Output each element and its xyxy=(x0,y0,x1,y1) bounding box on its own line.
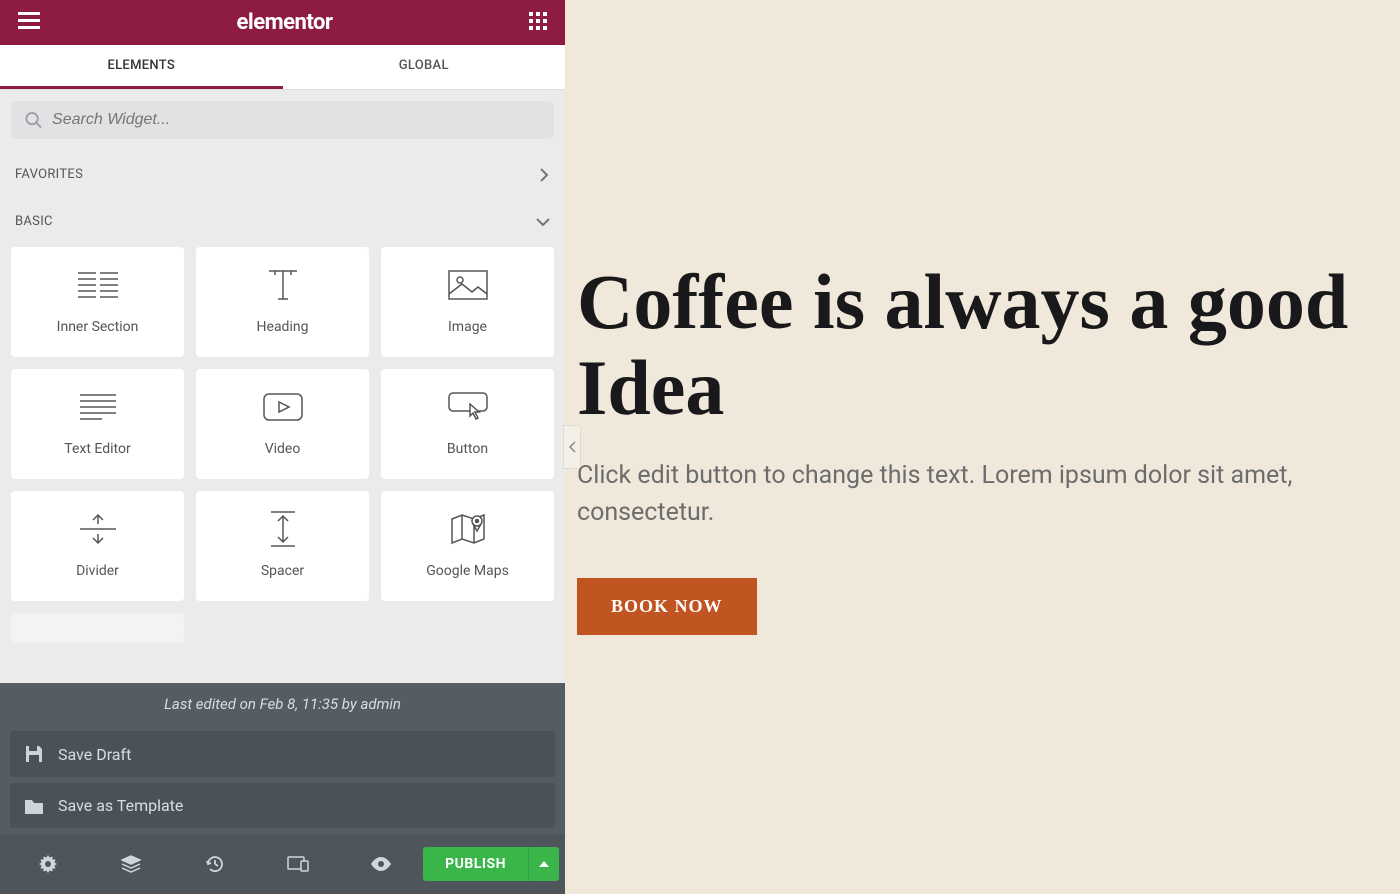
hero-title[interactable]: Coffee is always a good Idea xyxy=(577,259,1400,431)
bottom-bar: PUBLISH xyxy=(0,834,565,894)
divider-icon xyxy=(80,509,116,549)
save-draft-label: Save Draft xyxy=(58,745,131,764)
chevron-left-icon xyxy=(569,441,576,453)
widget-partial[interactable] xyxy=(11,613,184,643)
widget-label: Spacer xyxy=(261,563,304,579)
book-now-button[interactable]: BOOK NOW xyxy=(577,578,757,635)
widget-label: Text Editor xyxy=(64,441,130,457)
widget-label: Divider xyxy=(76,563,119,579)
widget-label: Video xyxy=(265,441,301,457)
last-edited-text: Last edited on Feb 8, 11:35 by admin xyxy=(0,683,565,725)
button-icon xyxy=(448,387,488,427)
preview-icon[interactable] xyxy=(340,857,423,871)
map-icon xyxy=(450,509,486,549)
tab-elements[interactable]: ELEMENTS xyxy=(0,45,283,89)
caret-up-icon xyxy=(539,861,549,867)
publish-options-caret[interactable] xyxy=(528,847,559,881)
chevron-right-icon xyxy=(538,168,550,182)
responsive-icon[interactable] xyxy=(256,856,339,872)
image-icon xyxy=(448,265,488,305)
chevron-down-icon xyxy=(536,217,550,227)
hero-text[interactable]: Click edit button to change this text. L… xyxy=(577,457,1357,532)
inner-section-icon xyxy=(78,265,118,305)
navigator-icon[interactable] xyxy=(89,855,172,873)
widget-text-editor[interactable]: Text Editor xyxy=(11,369,184,479)
video-icon xyxy=(263,387,303,427)
history-icon[interactable] xyxy=(173,855,256,873)
widget-heading[interactable]: Heading xyxy=(196,247,369,357)
save-draft-button[interactable]: Save Draft xyxy=(10,731,555,777)
search-icon xyxy=(25,111,42,129)
elementor-logo: elementor xyxy=(237,10,333,35)
widget-label: Google Maps xyxy=(426,563,509,579)
tab-global[interactable]: GLOBAL xyxy=(283,45,566,89)
category-basic[interactable]: BASIC xyxy=(11,200,554,247)
widget-inner-section[interactable]: Inner Section xyxy=(11,247,184,357)
widget-label: Image xyxy=(448,319,487,335)
search-input[interactable] xyxy=(52,111,540,129)
save-template-button[interactable]: Save as Template xyxy=(10,783,555,828)
panel-tabs: ELEMENTS GLOBAL xyxy=(0,45,565,90)
preview-canvas[interactable]: Coffee is always a good Idea Click edit … xyxy=(565,0,1400,894)
widget-video[interactable]: Video xyxy=(196,369,369,479)
widget-spacer[interactable]: Spacer xyxy=(196,491,369,601)
widget-label: Inner Section xyxy=(57,319,139,335)
editor-sidebar: elementor ELEMENTS GLOBAL FAVORITES BASI… xyxy=(0,0,565,894)
category-favorites[interactable]: FAVORITES xyxy=(11,157,554,200)
widget-grid: Inner Section Heading Image Text Editor xyxy=(11,247,554,643)
folder-icon xyxy=(24,797,44,815)
save-icon xyxy=(24,744,44,764)
category-label: BASIC xyxy=(15,214,53,229)
publish-button[interactable]: PUBLISH xyxy=(423,847,528,881)
save-template-label: Save as Template xyxy=(58,796,183,815)
widget-google-maps[interactable]: Google Maps xyxy=(381,491,554,601)
search-widget-box[interactable] xyxy=(11,101,554,139)
heading-icon xyxy=(265,265,301,305)
settings-icon[interactable] xyxy=(6,855,89,873)
hamburger-menu-icon[interactable] xyxy=(18,12,40,34)
widget-divider[interactable]: Divider xyxy=(11,491,184,601)
panel-content: FAVORITES BASIC Inner Section Heading xyxy=(0,90,565,683)
widget-label: Button xyxy=(447,441,488,457)
sidebar-header: elementor xyxy=(0,0,565,45)
widget-image[interactable]: Image xyxy=(381,247,554,357)
widget-label: Heading xyxy=(257,319,309,335)
collapse-sidebar-handle[interactable] xyxy=(563,425,581,469)
widget-button[interactable]: Button xyxy=(381,369,554,479)
apps-grid-icon[interactable] xyxy=(529,12,547,34)
category-label: FAVORITES xyxy=(15,167,83,182)
spacer-icon xyxy=(271,509,295,549)
save-options-panel: Last edited on Feb 8, 11:35 by admin Sav… xyxy=(0,683,565,834)
text-editor-icon xyxy=(80,387,116,427)
